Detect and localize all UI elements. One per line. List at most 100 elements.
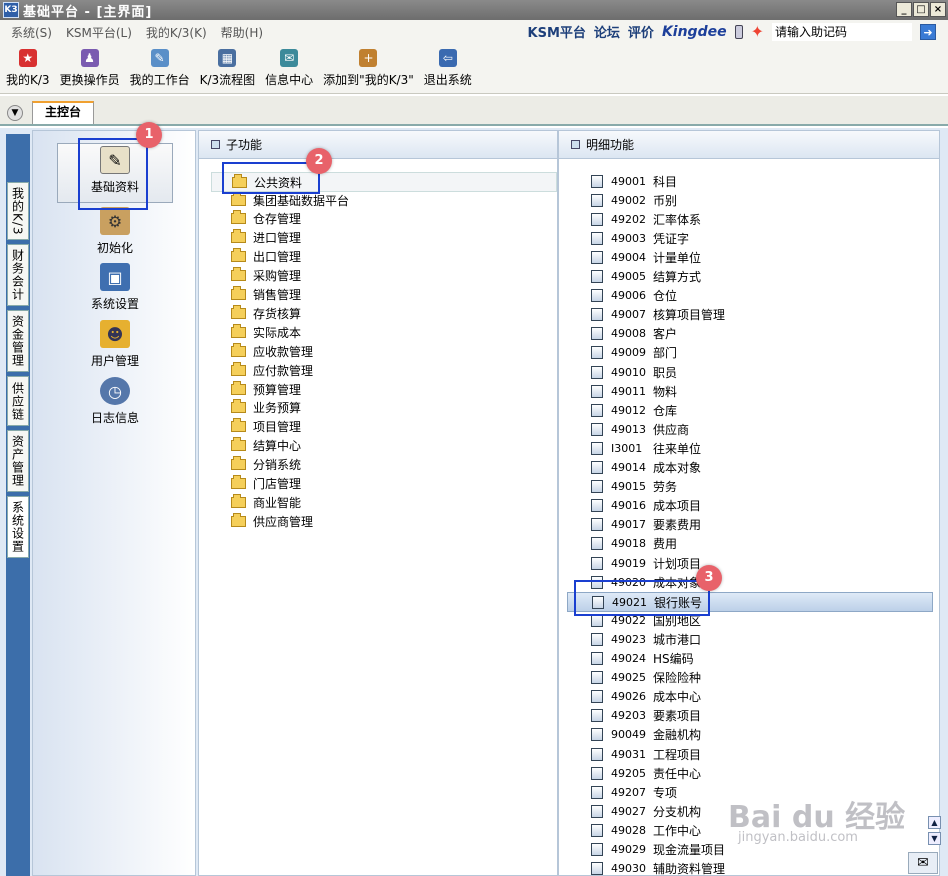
menu-my-k3[interactable]: 我的K/3(K) bbox=[146, 24, 207, 41]
detail-function-item[interactable]: 49018 费用 bbox=[591, 535, 677, 553]
toolbar-my-k3-button[interactable]: ★ 我的K/3 bbox=[6, 44, 50, 88]
search-go-button[interactable]: ➜ bbox=[920, 23, 936, 40]
menu-help[interactable]: 帮助(H) bbox=[221, 24, 263, 41]
side-tab-assets[interactable]: 资产管理 bbox=[7, 430, 29, 492]
detail-function-item[interactable]: 49027 分支机构 bbox=[591, 802, 701, 820]
detail-function-item[interactable]: 49014 成本对象 bbox=[591, 459, 701, 477]
detail-label: 凭证字 bbox=[653, 231, 690, 246]
document-icon bbox=[591, 728, 603, 742]
detail-label: 成本中心 bbox=[653, 690, 702, 705]
sub-function-item[interactable]: 供应商管理 bbox=[231, 512, 313, 530]
minimize-button[interactable]: _ bbox=[896, 2, 912, 17]
side-tab-system-settings[interactable]: 系统设置 bbox=[7, 496, 29, 558]
maximize-button[interactable]: □ bbox=[913, 2, 929, 17]
category-initialize[interactable]: ⚙ 初始化 bbox=[53, 207, 177, 256]
detail-function-item[interactable]: 49031 工程项目 bbox=[591, 745, 701, 763]
detail-code: 49005 bbox=[611, 270, 646, 283]
link-review[interactable]: 评价 bbox=[628, 22, 654, 41]
category-system-settings[interactable]: ▣ 系统设置 bbox=[53, 263, 177, 312]
kingdee-logo[interactable]: Kingdee bbox=[662, 24, 727, 40]
category-user-management[interactable]: ☻ 用户管理 bbox=[53, 320, 177, 369]
sub-function-item[interactable]: 销售管理 bbox=[231, 286, 301, 304]
link-forum[interactable]: 论坛 bbox=[594, 22, 620, 41]
side-tab-supply-chain[interactable]: 供应链 bbox=[7, 376, 29, 426]
detail-function-item[interactable]: 49013 供应商 bbox=[591, 420, 689, 438]
sub-function-item[interactable]: 结算中心 bbox=[231, 437, 301, 455]
toolbar-workbench-button[interactable]: ✎ 我的工作台 bbox=[130, 44, 190, 88]
link-ksm-platform[interactable]: KSM平台 bbox=[528, 22, 586, 41]
detail-function-item[interactable]: I3001 往来单位 bbox=[591, 439, 701, 457]
detail-function-item[interactable]: 90049 金融机构 bbox=[591, 726, 701, 744]
tab-main-console[interactable]: 主控台 bbox=[32, 101, 94, 124]
sub-function-item[interactable]: 应收款管理 bbox=[231, 342, 313, 360]
detail-function-item[interactable]: 49016 成本项目 bbox=[591, 497, 701, 515]
detail-function-item[interactable]: 49012 仓库 bbox=[591, 401, 677, 419]
sub-function-item[interactable]: 门店管理 bbox=[231, 475, 301, 493]
detail-function-item[interactable]: 49023 城市港口 bbox=[591, 630, 701, 648]
sub-function-label: 采购管理 bbox=[253, 269, 302, 284]
sub-function-item[interactable]: 出口管理 bbox=[231, 248, 301, 266]
scroll-up-button[interactable]: ▲ bbox=[928, 816, 941, 829]
menu-ksm[interactable]: KSM平台(L) bbox=[66, 24, 132, 41]
collapse-icon[interactable] bbox=[211, 140, 220, 149]
detail-function-item[interactable]: 49028 工作中心 bbox=[591, 821, 701, 839]
detail-function-item[interactable]: 49011 物料 bbox=[591, 382, 677, 400]
close-button[interactable]: × bbox=[930, 2, 946, 17]
menu-system[interactable]: 系统(S) bbox=[11, 24, 52, 41]
detail-function-item[interactable]: 49205 责任中心 bbox=[591, 764, 701, 782]
detail-function-item[interactable]: 49002 币别 bbox=[591, 191, 677, 209]
side-tab-fund[interactable]: 资金管理 bbox=[7, 310, 29, 372]
sub-function-item[interactable]: 实际成本 bbox=[231, 323, 301, 341]
detail-function-item[interactable]: 49004 计量单位 bbox=[591, 248, 701, 266]
detail-function-item[interactable]: 49006 仓位 bbox=[591, 287, 677, 305]
category-label: 初始化 bbox=[96, 241, 133, 255]
toolbar-add-favorite-button[interactable]: + 添加到"我的K/3" bbox=[323, 44, 414, 88]
mnemonic-search-input[interactable]: 请输入助记码 bbox=[772, 22, 912, 41]
sub-function-item[interactable]: 存货核算 bbox=[231, 304, 301, 322]
detail-function-item[interactable]: 49005 结算方式 bbox=[591, 268, 701, 286]
sub-function-item[interactable]: 仓存管理 bbox=[231, 210, 301, 228]
detail-function-item[interactable]: 49003 凭证字 bbox=[591, 229, 689, 247]
detail-function-item[interactable]: 49001 科目 bbox=[591, 172, 677, 190]
detail-function-item[interactable]: 49007 核算项目管理 bbox=[591, 306, 725, 324]
detail-function-item[interactable]: 49008 客户 bbox=[591, 325, 677, 343]
detail-function-item[interactable]: 49019 计划项目 bbox=[591, 554, 701, 572]
sub-function-label: 存货核算 bbox=[253, 306, 302, 321]
scroll-down-button[interactable]: ▼ bbox=[928, 832, 941, 845]
phone-icon[interactable] bbox=[734, 24, 743, 39]
side-tab-my-k3[interactable]: 我的K/3 bbox=[7, 182, 29, 240]
document-icon bbox=[591, 843, 603, 856]
toolbar-flowchart-button[interactable]: ▦ K/3流程图 bbox=[200, 44, 255, 88]
sub-function-item[interactable]: 项目管理 bbox=[231, 418, 301, 436]
detail-function-item[interactable]: 49025 保险险种 bbox=[591, 669, 701, 687]
sub-function-item[interactable]: 应付款管理 bbox=[231, 361, 313, 379]
detail-function-item[interactable]: 49017 要素费用 bbox=[591, 516, 701, 534]
detail-function-item[interactable]: 49010 职员 bbox=[591, 363, 677, 381]
sub-function-item[interactable]: 进口管理 bbox=[231, 229, 301, 247]
detail-function-item[interactable]: 49030 辅助资料管理 bbox=[591, 860, 725, 876]
category-log-info[interactable]: ◷ 日志信息 bbox=[53, 377, 177, 426]
toolbar-switch-operator-button[interactable]: ♟ 更换操作员 bbox=[60, 44, 120, 88]
collapse-icon[interactable] bbox=[571, 140, 580, 149]
detail-function-item[interactable]: 49203 要素项目 bbox=[591, 707, 701, 725]
sub-function-item[interactable]: 预算管理 bbox=[231, 380, 301, 398]
sub-function-item[interactable]: 商业智能 bbox=[231, 493, 301, 511]
chevron-down-icon[interactable]: ▼ bbox=[7, 105, 23, 121]
detail-function-item[interactable]: 49029 现金流量项目 bbox=[591, 841, 725, 859]
detail-function-item[interactable]: 49024 HS编码 bbox=[591, 650, 694, 668]
toolbar-exit-button[interactable]: ⇦ 退出系统 bbox=[424, 44, 472, 88]
detail-function-item[interactable]: 49207 专项 bbox=[591, 783, 677, 801]
mail-icon[interactable]: ✉ bbox=[908, 852, 938, 874]
detail-function-item[interactable]: 49009 部门 bbox=[591, 344, 677, 362]
sub-function-item[interactable]: 采购管理 bbox=[231, 267, 301, 285]
sub-function-item[interactable]: 业务预算 bbox=[231, 399, 301, 417]
side-tab-finance[interactable]: 财务会计 bbox=[7, 244, 29, 306]
detail-function-item[interactable]: 49202 汇率体系 bbox=[591, 210, 701, 228]
detail-function-item[interactable]: 49026 成本中心 bbox=[591, 688, 701, 706]
detail-label: 专项 bbox=[653, 785, 678, 800]
sub-function-item[interactable]: 分销系统 bbox=[231, 456, 301, 474]
document-icon bbox=[591, 556, 603, 570]
toolbar-info-center-button[interactable]: ✉ 信息中心 bbox=[265, 44, 313, 88]
detail-function-item[interactable]: 49015 劳务 bbox=[591, 478, 677, 496]
document-icon bbox=[591, 823, 603, 837]
